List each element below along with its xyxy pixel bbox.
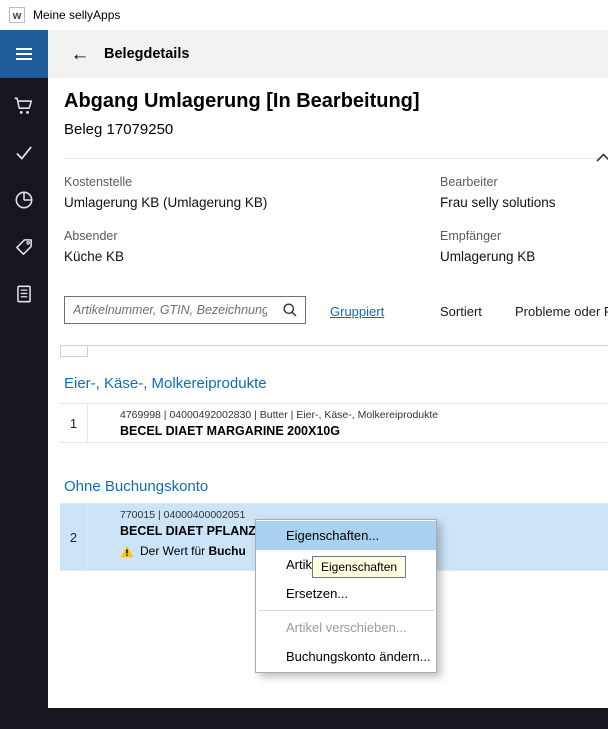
back-button[interactable]: ← [68,45,92,64]
search-input[interactable] [65,297,275,323]
field-value: Küche KB [64,249,124,264]
field-label: Empfänger [440,229,535,243]
group-header-molkereiprodukte[interactable]: Eier-, Käse-, Molkereiprodukte [64,375,267,392]
table-header-gutter [60,345,88,357]
svg-text:w: w [12,10,22,22]
search-box [64,296,306,324]
row-number: 1 [60,404,88,442]
article-row-1[interactable]: 1 4769998 | 04000492002830 | Butter | Ei… [60,403,608,443]
page-title-header: Belegdetails [104,46,189,62]
row-body: 4769998 | 04000492002830 | Butter | Eier… [88,404,608,442]
field-value: Frau selly solutions [440,195,556,210]
document-title: Abgang Umlagerung [In Bearbeitung] [64,90,420,113]
hamburger-icon [14,46,34,62]
document-number: Beleg 17079250 [64,121,173,138]
menu-item-eigenschaften[interactable]: Eigenschaften... [256,521,436,550]
window-title: Meine sellyApps [33,8,120,22]
menu-item-buchungskonto-aendern[interactable]: Buchungskonto ändern... [256,642,436,671]
sidebar-item-cart[interactable] [12,94,36,118]
app-window: w Meine sellyApps [0,0,608,729]
field-value: Umlagerung KB [440,249,535,264]
sidebar-item-journal[interactable] [12,282,36,306]
article-meta: 4769998 | 04000492002830 | Butter | Eier… [120,409,608,421]
chevron-up-icon[interactable] [595,152,608,163]
page-header: ← Belegdetails [48,30,608,78]
section-divider [64,158,608,159]
context-menu: Eigenschaften... Artikel Ersetzen... Art… [255,519,437,673]
hamburger-button[interactable] [0,30,48,78]
field-label: Absender [64,229,124,243]
search-icon [282,302,298,318]
field-bearbeiter: Bearbeiter Frau selly solutions [440,175,556,210]
menu-item-artikel-verschieben: Artikel verschieben... [256,613,436,642]
field-value: Umlagerung KB (Umlagerung KB) [64,195,267,210]
menu-separator [258,610,434,611]
warning-text: Der Wert für Buchu [140,544,246,558]
menu-item-ersetzen[interactable]: Ersetzen... [256,579,436,608]
field-kostenstelle: Kostenstelle Umlagerung KB (Umlagerung K… [64,175,267,210]
check-icon [13,142,35,164]
tab-probleme[interactable]: Probleme oder Fe [515,304,608,319]
sidebar-item-tasks[interactable] [12,141,36,165]
tag-icon [13,236,35,258]
field-label: Bearbeiter [440,175,556,189]
sidebar [0,30,48,708]
search-button[interactable] [275,297,305,323]
pie-chart-icon [13,189,35,211]
field-absender: Absender Küche KB [64,229,124,264]
tab-gruppiert[interactable]: Gruppiert [330,304,384,319]
table-top-border [60,345,608,346]
bottom-bar [0,708,608,729]
tooltip: Eigenschaften [312,556,406,578]
warning-icon [120,545,134,558]
app-icon: w [9,7,25,23]
journal-icon [13,283,35,305]
sidebar-item-labels[interactable] [12,235,36,259]
article-name: BECEL DIAET MARGARINE 200X10G [120,424,608,438]
group-header-ohne-buchungskonto[interactable]: Ohne Buchungskonto [64,478,208,495]
tab-sortiert[interactable]: Sortiert [440,304,482,319]
cart-icon [13,95,35,117]
field-label: Kostenstelle [64,175,267,189]
sidebar-nav [0,78,48,306]
field-empfaenger: Empfänger Umlagerung KB [440,229,535,264]
row-number: 2 [60,504,88,570]
titlebar: w Meine sellyApps [0,0,608,30]
sidebar-item-statistics[interactable] [12,188,36,212]
